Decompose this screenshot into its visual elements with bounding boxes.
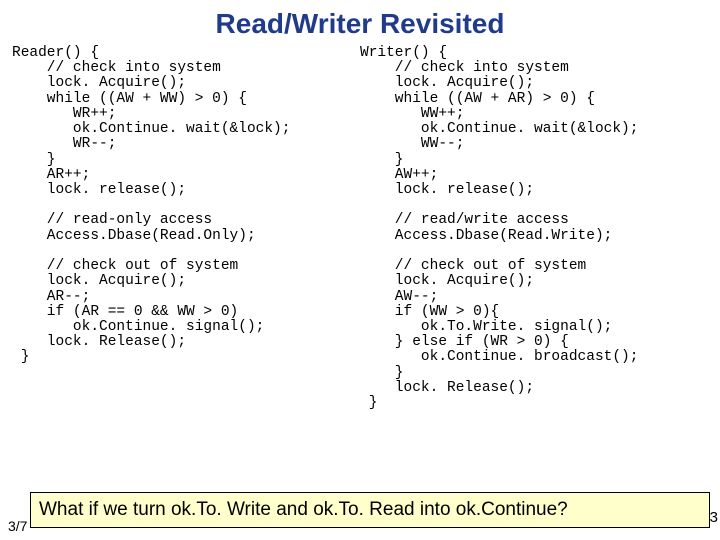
writer-code-block: Writer() { // check into system lock. Ac… [360,46,708,411]
slide-title: Read/Writer Revisited [0,0,720,46]
reader-code-block: Reader() { // check into system lock. Ac… [12,46,360,411]
page-number: 3/7 [8,518,27,534]
question-callout: What if we turn ok.To. Write and ok.To. … [30,492,710,528]
right-fragment: 3 [710,509,718,526]
code-columns: Reader() { // check into system lock. Ac… [0,46,720,411]
